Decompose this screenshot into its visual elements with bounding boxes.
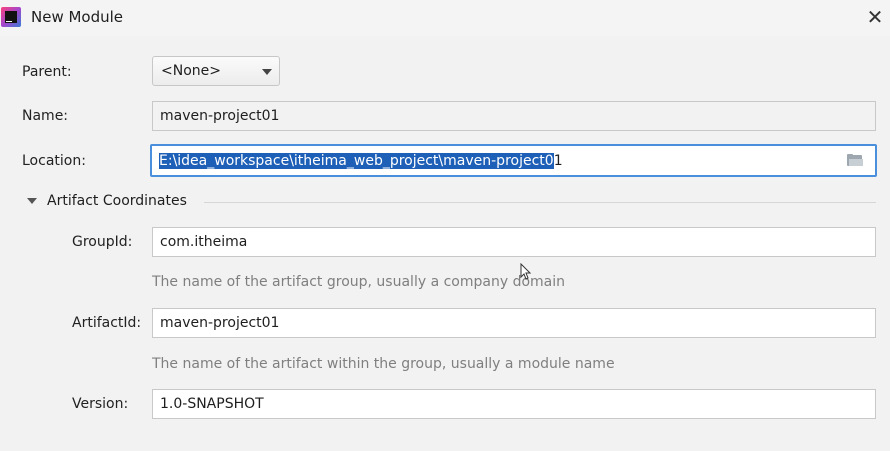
parent-dropdown-value: <None>: [161, 63, 221, 79]
location-field-value: E:\idea_workspace\itheima_web_project\ma…: [159, 153, 563, 169]
parent-label: Parent:: [22, 64, 72, 80]
parent-dropdown[interactable]: <None>: [152, 56, 280, 86]
name-label: Name:: [22, 108, 69, 124]
chevron-down-icon[interactable]: [27, 198, 37, 204]
location-unselected-text: 1: [553, 153, 563, 169]
groupid-hint: The name of the artifact group, usually …: [152, 274, 565, 290]
section-divider: [204, 202, 876, 203]
location-label: Location:: [22, 153, 86, 169]
groupid-label: GroupId:: [72, 234, 133, 250]
version-field-value: 1.0-SNAPSHOT: [160, 396, 264, 412]
name-field-value: maven-project01: [160, 108, 280, 124]
folder-icon[interactable]: [847, 154, 863, 166]
name-field[interactable]: maven-project01: [152, 101, 876, 131]
artifact-coordinates-title[interactable]: Artifact Coordinates: [47, 193, 187, 209]
artifactid-hint: The name of the artifact within the grou…: [152, 356, 615, 372]
mouse-cursor-icon: [520, 263, 532, 280]
artifactid-label: ArtifactId:: [72, 315, 142, 331]
version-label: Version:: [72, 396, 129, 412]
close-icon[interactable]: ✕: [862, 4, 888, 30]
chevron-down-icon: [262, 69, 272, 75]
title-bar: New Module ✕: [0, 0, 890, 36]
location-selected-text: E:\idea_workspace\itheima_web_project\ma…: [159, 153, 554, 169]
dialog-title: New Module: [31, 8, 124, 26]
location-field[interactable]: E:\idea_workspace\itheima_web_project\ma…: [150, 144, 877, 177]
intellij-idea-icon: [1, 7, 21, 27]
version-field[interactable]: 1.0-SNAPSHOT: [152, 389, 876, 419]
groupid-field[interactable]: com.itheima: [152, 227, 876, 257]
groupid-field-value: com.itheima: [160, 234, 248, 250]
artifactid-field-value: maven-project01: [160, 315, 280, 331]
artifactid-field[interactable]: maven-project01: [152, 308, 876, 338]
